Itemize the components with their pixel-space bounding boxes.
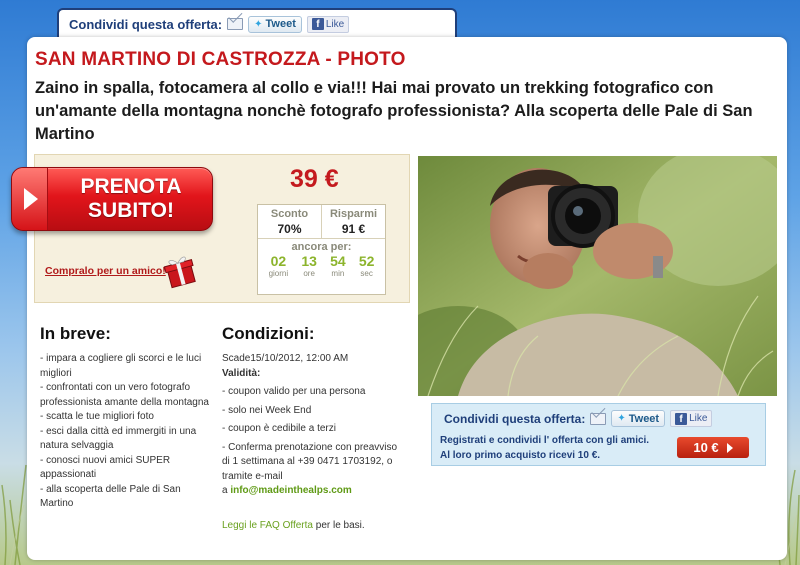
validity-label: Validità: xyxy=(222,367,261,379)
countdown-hours: 13 xyxy=(301,253,317,269)
faq-suffix: per le basi. xyxy=(312,519,365,531)
like-label: Like xyxy=(325,18,345,30)
photographer-image xyxy=(418,156,777,396)
mail-icon[interactable] xyxy=(590,412,607,425)
list-item: - esci dalla città ed immergiti in una n… xyxy=(40,425,197,452)
referral-text-line1: Registrati e condividi l' offerta con gl… xyxy=(440,435,650,446)
countdown-hours-unit: ore xyxy=(303,269,315,278)
twitter-bird-icon: ✦ xyxy=(617,413,626,424)
countdown-minutes-unit: min xyxy=(331,269,345,278)
countdown: 02 giorni 13 ore 54 min 52 sec xyxy=(258,253,385,279)
tweet-label: Tweet xyxy=(265,18,296,30)
arrow-right-icon xyxy=(726,442,733,453)
countdown-label: ancora per: xyxy=(291,241,352,253)
book-now-button[interactable]: PRENOTA SUBITO! xyxy=(11,167,213,231)
conditions-title: Condizioni: xyxy=(222,324,315,343)
deal-stats: Sconto 70% Risparmi 91 € ancora per: 02 g… xyxy=(257,204,386,295)
email-link[interactable]: info@madeinthealps.com xyxy=(230,485,351,496)
buy-for-friend-link[interactable]: Compralo per un amico! xyxy=(45,265,166,277)
discount-label: Sconto xyxy=(270,208,309,220)
countdown-days-unit: giorni xyxy=(268,269,289,278)
tweet-label: Tweet xyxy=(628,412,660,425)
tweet-button[interactable]: ✦ Tweet xyxy=(248,15,302,33)
faq-link[interactable]: Leggi le FAQ Offerta xyxy=(222,520,313,531)
list-item: - solo nei Week End xyxy=(222,404,312,416)
expiry-date: Scade15/10/2012, 12:00 AM xyxy=(222,353,349,364)
deal-price: 39 € xyxy=(290,165,339,193)
list-item: - scatta le tue migliori foto xyxy=(40,411,154,422)
list-item: - coupon valido per una persona xyxy=(222,386,366,397)
discount-value: 70% xyxy=(277,222,302,236)
facebook-icon: f xyxy=(675,412,688,425)
list-item: - Conferma prenotazione con preavviso di… xyxy=(222,441,398,482)
tweet-button[interactable]: ✦ Tweet xyxy=(611,410,666,427)
referral-button[interactable]: 10 € xyxy=(677,437,749,458)
savings-value: 91 € xyxy=(341,222,366,236)
list-item: - confrontati con un vero fotografo prof… xyxy=(40,382,209,408)
deal-card: SAN MARTINO DI CASTROZZA - PHOTO Zaino i… xyxy=(27,37,787,560)
referral-text-line2: Al loro primo acquisto ricevi 10 €. xyxy=(440,450,601,461)
share-label: Condividi questa offerta: xyxy=(444,411,586,426)
facebook-like-button[interactable]: f Like xyxy=(306,15,350,33)
book-now-label: PRENOTA SUBITO! xyxy=(80,175,182,222)
deal-photo xyxy=(418,156,777,396)
countdown-seconds: 52 xyxy=(358,253,375,269)
countdown-days: 02 xyxy=(270,253,287,269)
mail-icon[interactable] xyxy=(227,18,244,30)
in-breve-title: In breve: xyxy=(40,324,111,343)
share-label: Condividi questa offerta: xyxy=(69,16,223,32)
twitter-bird-icon: ✦ xyxy=(254,18,263,30)
referral-share-box: Condividi questa offerta: ✦ Tweet f Like… xyxy=(431,403,766,466)
deal-title: SAN MARTINO DI CASTROZZA - PHOTO xyxy=(35,49,406,70)
in-breve-section: In breve: - impara a cogliere gli scorci… xyxy=(40,324,210,512)
top-share-bar: Condividi questa offerta: ✦ Tweet f Like xyxy=(57,8,457,38)
list-item: - alla scoperta delle Pale di San Martin… xyxy=(40,483,181,510)
play-arrow-icon xyxy=(24,188,38,210)
savings-label: Risparmi xyxy=(329,208,378,220)
list-item: - conosci nuovi amici SUPER appassionati xyxy=(40,454,171,481)
facebook-icon: f xyxy=(311,18,324,30)
referral-button-label: 10 € xyxy=(693,440,719,455)
list-item: - coupon è cedibile a terzi xyxy=(222,423,336,434)
countdown-seconds-unit: sec xyxy=(360,269,373,278)
deal-subtitle: Zaino in spalla, fotocamera al collo e v… xyxy=(35,79,753,143)
facebook-like-button[interactable]: f Like xyxy=(670,410,713,427)
list-item: - impara a cogliere gli scorci e le luci… xyxy=(40,353,202,379)
book-now-tab xyxy=(12,168,48,230)
countdown-minutes: 54 xyxy=(330,253,346,269)
gift-icon[interactable] xyxy=(162,253,198,289)
in-breve-list: - impara a cogliere gli scorci e le luci… xyxy=(40,352,210,512)
like-label: Like xyxy=(689,413,708,424)
conditions-section: Condizioni: Scade15/10/2012, 12:00 AM Va… xyxy=(222,324,407,533)
